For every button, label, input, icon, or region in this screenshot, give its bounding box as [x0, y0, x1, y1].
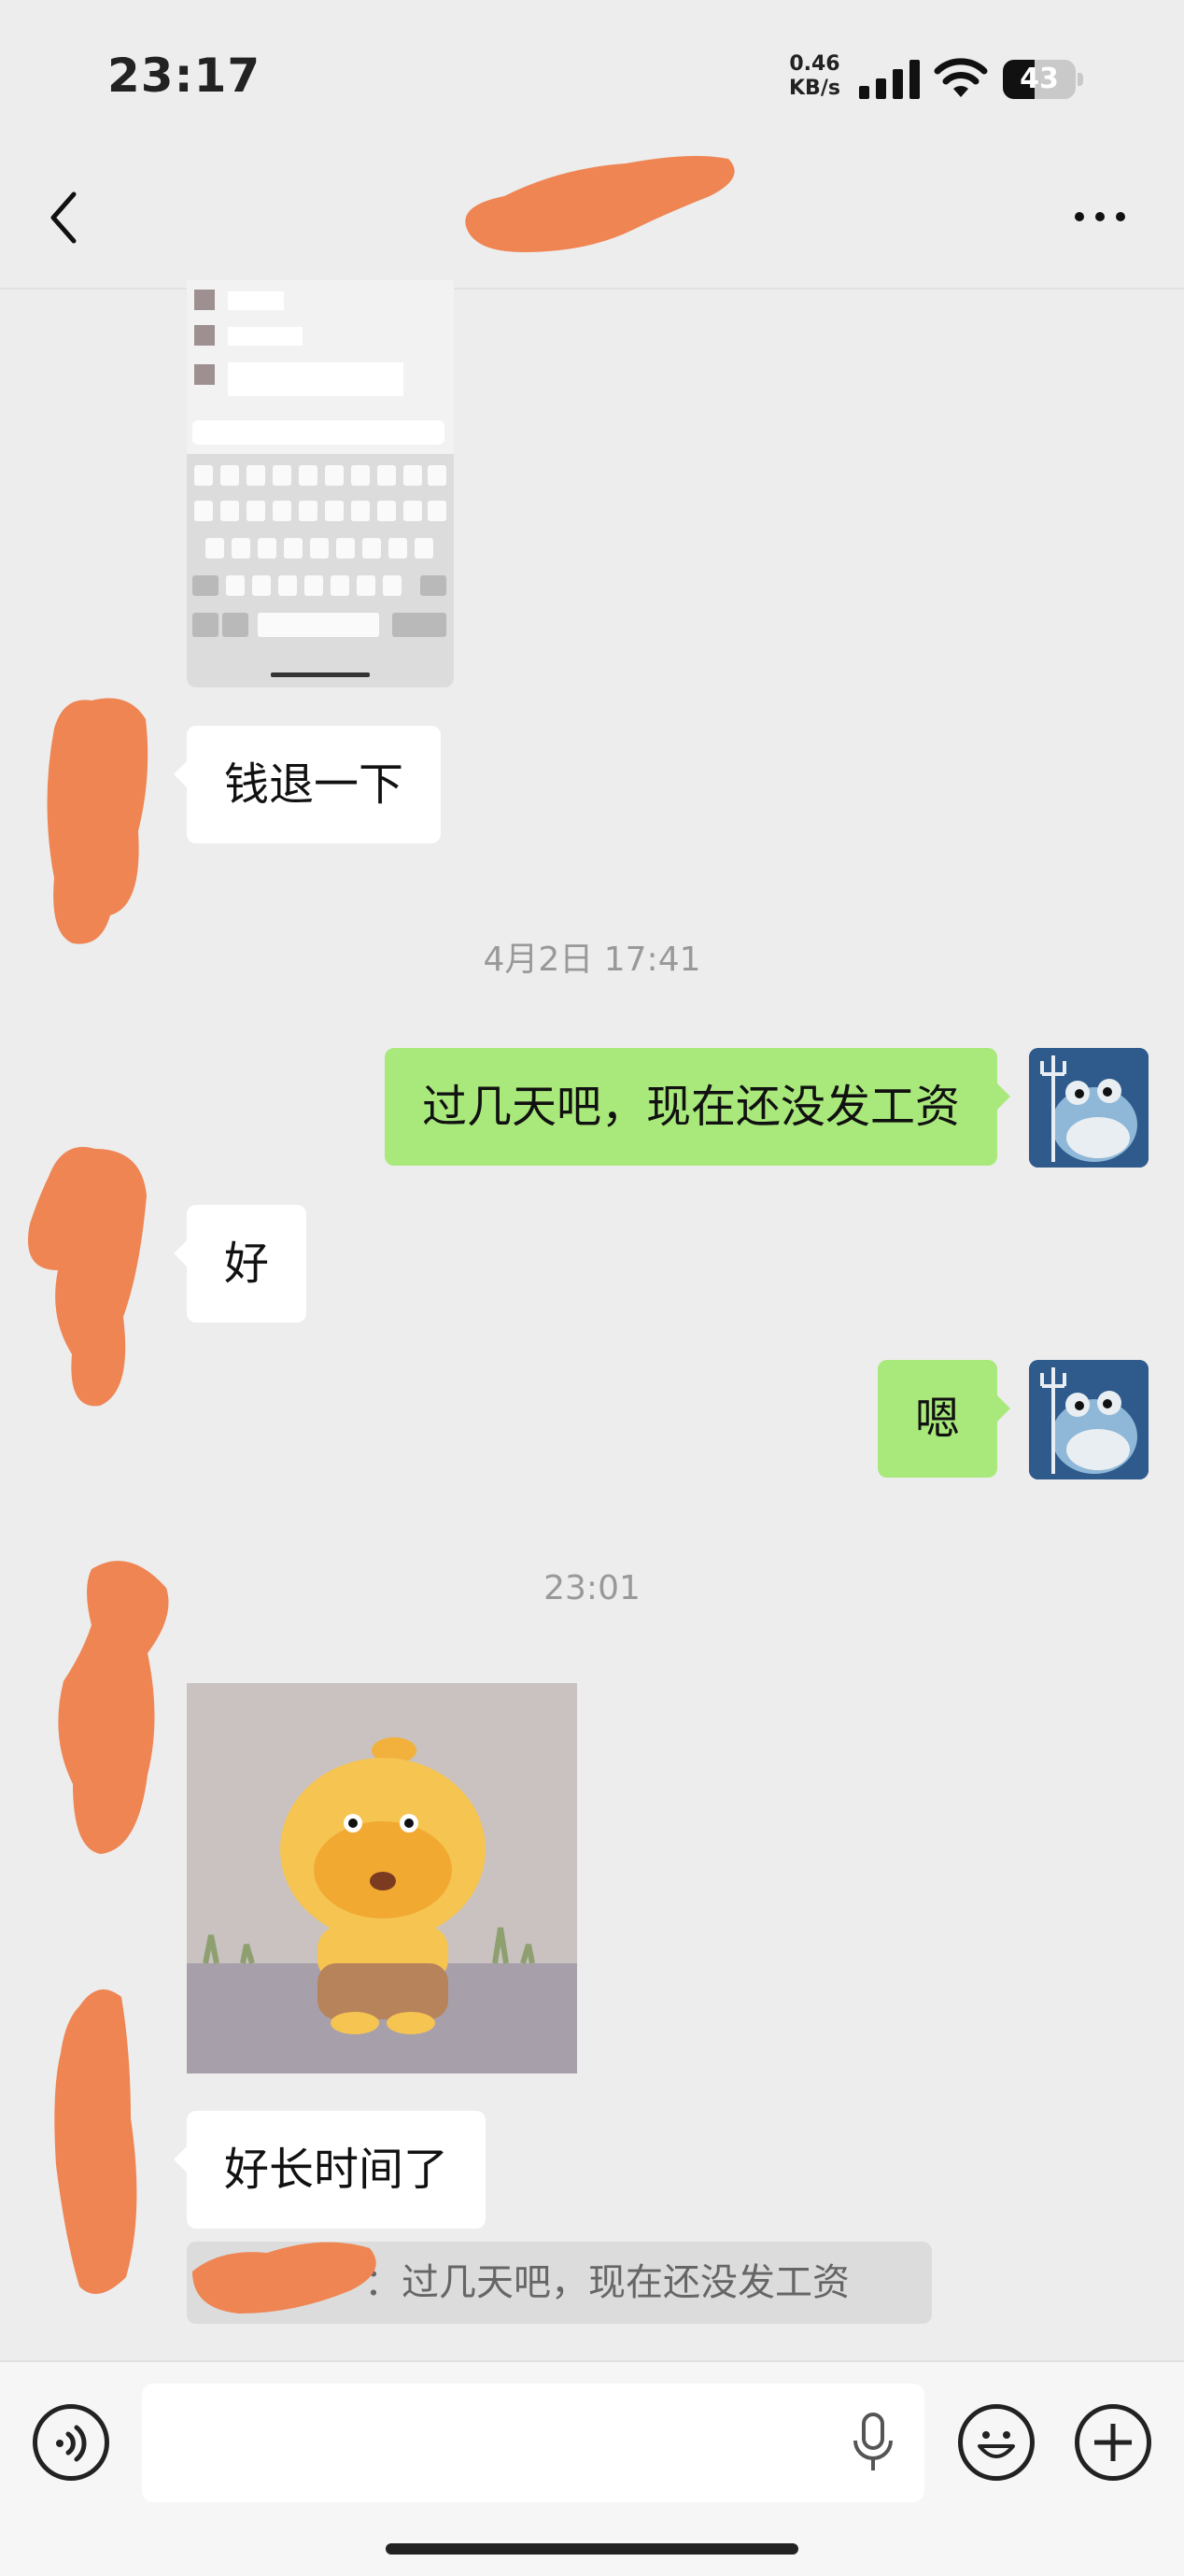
avatar-redaction	[54, 1989, 137, 2294]
header-divider	[0, 288, 1184, 290]
timestamp: 23:01	[543, 1569, 641, 1607]
message-input[interactable]	[142, 2384, 924, 2502]
timestamp: 4月2日 17:41	[483, 941, 701, 979]
network-speed-unit: KB/s	[789, 77, 840, 100]
yellow-creature-sticker	[187, 1683, 577, 2074]
chat-title-redaction	[465, 155, 735, 252]
status-time: 23:17	[107, 49, 261, 103]
sticker-message[interactable]	[187, 1683, 577, 2074]
quote-sender-redaction	[192, 2242, 376, 2314]
avatar-redaction	[28, 1147, 147, 1407]
avatar-redaction	[58, 1561, 169, 1854]
emoji-icon[interactable]	[958, 2404, 1035, 2481]
mic-icon[interactable]	[850, 2413, 896, 2474]
frog-avatar-icon	[1029, 1360, 1149, 1479]
voice-icon[interactable]	[33, 2404, 109, 2481]
battery-icon: 43	[1003, 60, 1085, 99]
plus-icon[interactable]	[1075, 2404, 1151, 2481]
avatar-self[interactable]	[1029, 1048, 1149, 1168]
network-speed-value: 0.46	[789, 52, 840, 76]
battery-level: 43	[1020, 63, 1059, 95]
network-speed: 0.46 KB/s	[789, 52, 840, 101]
image-message-screenshot[interactable]	[187, 280, 454, 687]
frog-avatar-icon	[1029, 1048, 1149, 1168]
screenshot-thumbnail	[187, 280, 454, 687]
message-bubble-received[interactable]: 钱退一下	[173, 726, 442, 843]
quoted-reply-text: ：过几天吧，现在还没发工资	[364, 2261, 850, 2304]
message-bubble-received[interactable]: 好长时间了	[173, 2111, 486, 2229]
message-bubble-sent[interactable]: 过几天吧，现在还没发工资	[384, 1048, 1011, 1166]
message-bubble-sent[interactable]: 嗯	[877, 1360, 1011, 1478]
signal-icon	[859, 60, 920, 99]
more-icon[interactable]	[1072, 207, 1128, 226]
avatar-redaction	[47, 698, 148, 944]
chevron-left-icon[interactable]	[42, 187, 89, 248]
home-indicator	[386, 2543, 798, 2555]
message-bubble-received[interactable]: 好	[173, 1205, 307, 1323]
wifi-icon	[934, 58, 988, 97]
avatar-self[interactable]	[1029, 1360, 1149, 1479]
